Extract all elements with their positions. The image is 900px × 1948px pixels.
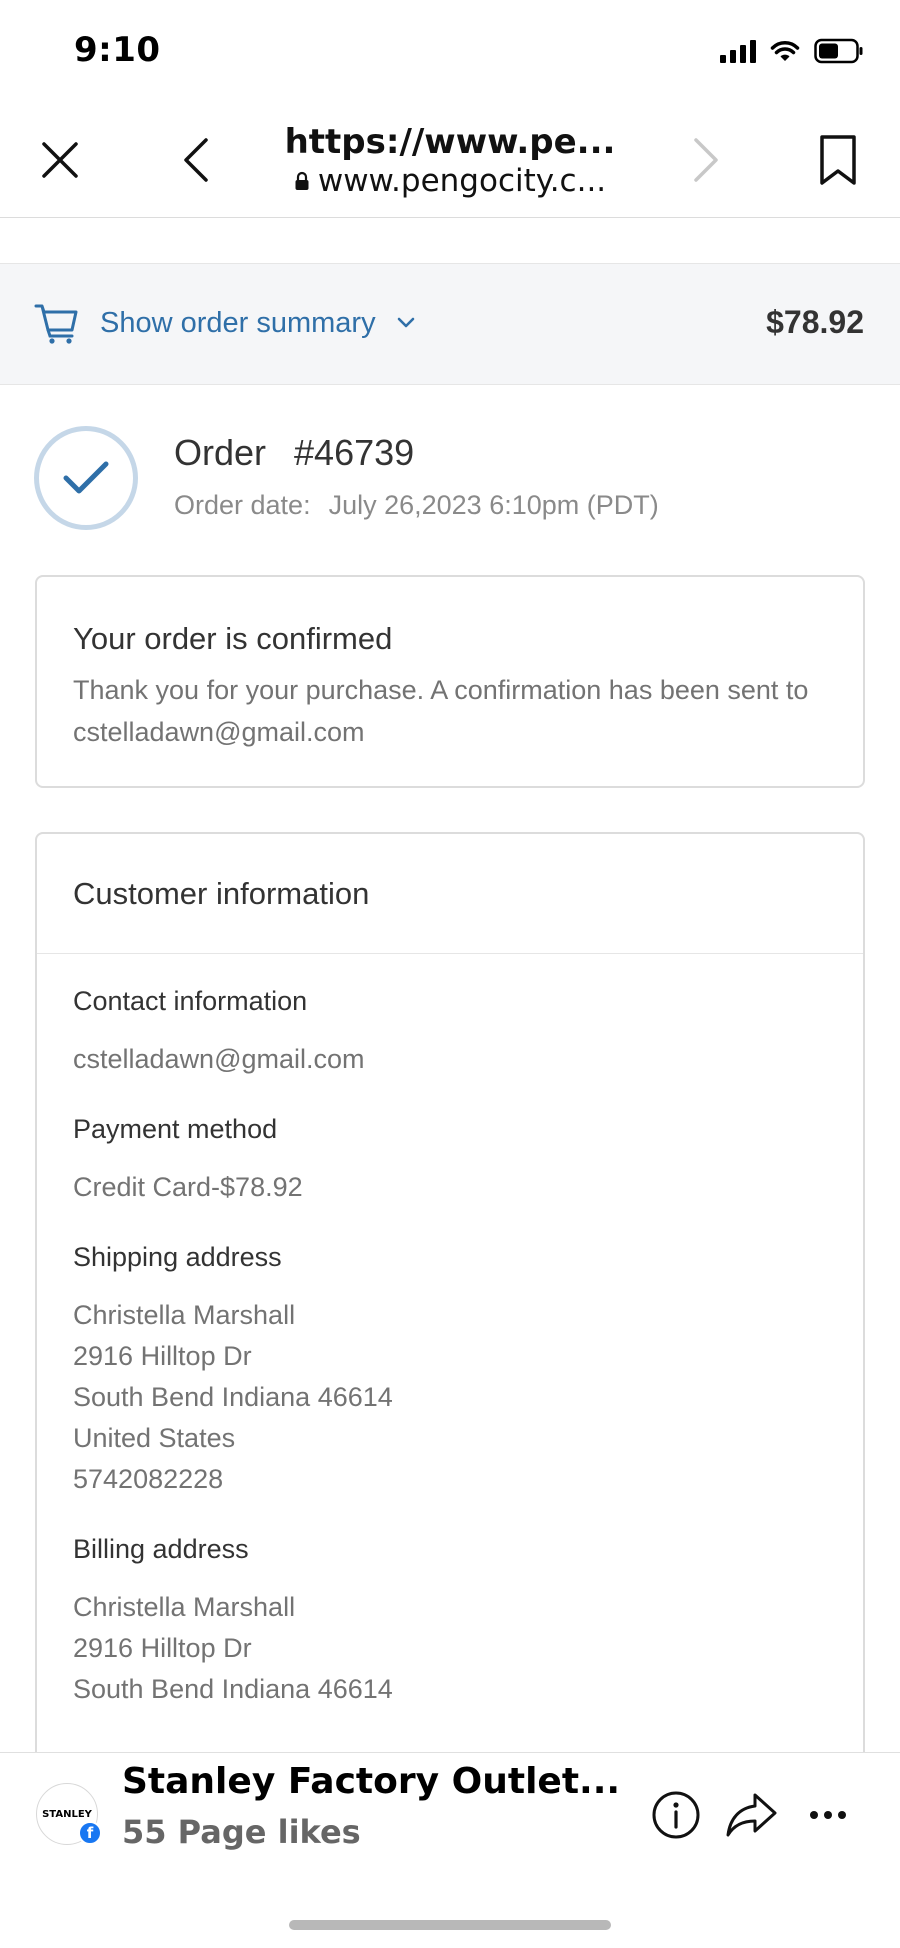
forward-button[interactable] xyxy=(676,130,736,190)
info-icon xyxy=(652,1791,700,1839)
contact-information-label: Contact information xyxy=(73,986,308,1016)
back-button[interactable] xyxy=(166,130,226,190)
signal-icon xyxy=(720,39,756,63)
confirmation-text: Thank you for your purchase. A confirmat… xyxy=(73,675,809,747)
lock-icon xyxy=(295,171,309,190)
billing-address-line: 2916 Hilltop Dr xyxy=(73,1633,252,1663)
shipping-address-line: 5742082228 xyxy=(73,1464,224,1494)
billing-address-line: South Bend Indiana 46614 xyxy=(73,1674,393,1704)
shipping-address-line: Christella Marshall xyxy=(73,1300,296,1330)
contact-information-section: Contact information cstelladawn@gmail.co… xyxy=(73,986,827,1080)
status-icons xyxy=(720,38,864,64)
billing-address-line: Christella Marshall xyxy=(73,1592,296,1622)
order-confirmed-check xyxy=(34,426,138,530)
wifi-icon xyxy=(770,41,800,61)
chevron-down-icon xyxy=(397,317,414,328)
forward-icon xyxy=(694,138,718,182)
customer-information-body: Contact information cstelladawn@gmail.co… xyxy=(37,954,863,1710)
order-number: #46739 xyxy=(294,432,415,473)
billing-address-section: Billing address Christella Marshall 2916… xyxy=(73,1534,827,1710)
order-total: $78.92 xyxy=(766,304,864,340)
payment-method-label: Payment method xyxy=(73,1114,278,1144)
shipping-address-section: Shipping address Christella Marshall 291… xyxy=(73,1242,827,1500)
status-bar: 9:10 xyxy=(0,0,900,100)
contact-email: cstelladawn@gmail.com xyxy=(73,1044,365,1074)
order-summary-label: Show order summary xyxy=(100,306,376,339)
page-url-title: https://www.pe... xyxy=(284,122,616,162)
facebook-page-bar: STANLEY f Stanley Factory Outlet... 55 P… xyxy=(0,1752,900,1948)
cart-icon xyxy=(34,304,78,344)
battery-icon xyxy=(814,38,863,64)
close-icon xyxy=(42,142,78,178)
share-button[interactable] xyxy=(722,1785,782,1845)
order-confirmed-card: Your order is confirmed Thank you for yo… xyxy=(35,575,865,788)
more-button[interactable] xyxy=(798,1785,858,1845)
avatar-logo-text: STANLEY xyxy=(42,1808,92,1820)
customer-information-header: Customer information xyxy=(37,834,863,954)
bookmark-button[interactable] xyxy=(808,130,868,190)
shipping-address-line: South Bend Indiana 46614 xyxy=(73,1382,393,1412)
order-summary-bar: Show order summary $78.92 xyxy=(0,263,900,385)
customer-information-title: Customer information xyxy=(73,876,370,911)
bookmark-icon xyxy=(820,135,856,185)
order-header: Order #46739 Order date: July 26,2023 6:10… xyxy=(34,426,864,536)
payment-method-value: Credit Card-$78.92 xyxy=(73,1172,303,1202)
checkmark-icon xyxy=(63,461,109,494)
order-date-label: Order date: xyxy=(174,490,311,520)
close-button[interactable] xyxy=(30,130,90,190)
page-name[interactable]: Stanley Factory Outlet... xyxy=(122,1761,620,1802)
url-bar[interactable]: https://www.pe... www.pengocity.c... xyxy=(270,122,630,200)
home-indicator[interactable] xyxy=(289,1920,611,1930)
info-button[interactable] xyxy=(646,1785,706,1845)
status-time: 9:10 xyxy=(74,30,161,70)
billing-address-label: Billing address xyxy=(73,1534,249,1564)
confirmation-title: Your order is confirmed xyxy=(73,621,393,656)
browser-nav-bar: https://www.pe... www.pengocity.c... xyxy=(0,100,900,218)
more-icon xyxy=(810,1811,846,1819)
domain-text: www.pengocity.c... xyxy=(317,163,607,199)
shipping-address-line: United States xyxy=(73,1423,236,1453)
shipping-address-line: 2916 Hilltop Dr xyxy=(73,1341,252,1371)
page-domain: www.pengocity.c... xyxy=(270,162,630,200)
order-label: Order xyxy=(174,432,267,473)
back-icon xyxy=(184,138,208,182)
shipping-address-label: Shipping address xyxy=(73,1242,282,1272)
order-date: Order date: July 26,2023 6:10pm (PDT) xyxy=(174,490,659,521)
show-order-summary-toggle[interactable]: Show order summary xyxy=(34,300,416,346)
payment-method-section: Payment method Credit Card-$78.92 xyxy=(73,1114,827,1208)
order-date-value: July 26,2023 6:10pm (PDT) xyxy=(328,490,659,520)
facebook-badge-icon: f xyxy=(78,1821,102,1845)
order-title: Order #46739 xyxy=(174,432,414,474)
share-icon xyxy=(726,1793,777,1837)
page-likes: 55 Page likes xyxy=(122,1813,361,1851)
